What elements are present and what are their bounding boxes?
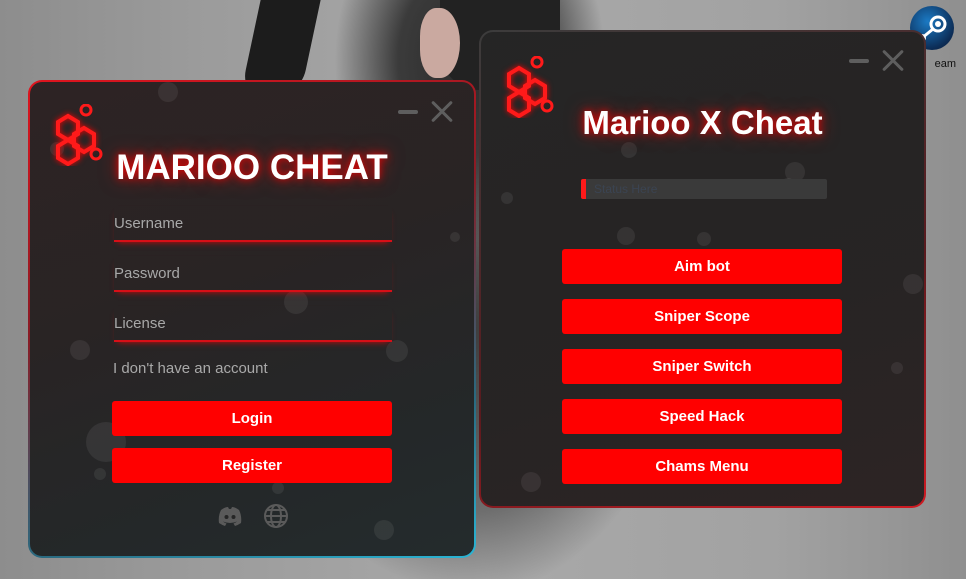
login-button[interactable]: Login <box>112 401 392 436</box>
minimize-button[interactable] <box>398 110 418 114</box>
page-title: MARIOO CHEAT <box>116 148 388 187</box>
wallpaper-figure-ear <box>420 8 460 78</box>
license-field[interactable] <box>114 306 392 342</box>
decor-bubble <box>697 232 711 246</box>
globe-icon[interactable] <box>262 502 290 530</box>
decor-bubble <box>891 362 903 374</box>
register-button[interactable]: Register <box>112 448 392 483</box>
decor-bubble <box>70 340 90 360</box>
login-window: MARIOO CHEAT I don't have an account Log… <box>28 80 476 558</box>
decor-bubble <box>621 142 637 158</box>
decor-bubble <box>386 340 408 362</box>
window-controls <box>398 100 454 124</box>
status-label: Status Here <box>581 179 827 199</box>
close-button[interactable] <box>430 100 454 124</box>
decor-bubble <box>903 274 923 294</box>
page-title: Marioo X Cheat <box>582 104 823 141</box>
decor-bubble <box>94 468 106 480</box>
window-controls <box>849 49 905 73</box>
decor-bubble <box>374 520 394 540</box>
close-button[interactable] <box>881 49 905 73</box>
username-field[interactable] <box>114 206 392 242</box>
chams-menu-button[interactable]: Chams Menu <box>562 449 842 484</box>
speed-hack-button[interactable]: Speed Hack <box>562 399 842 434</box>
decor-bubble <box>450 232 460 242</box>
decor-bubble <box>501 192 513 204</box>
minimize-button[interactable] <box>849 59 869 63</box>
decor-bubble <box>617 227 635 245</box>
decor-bubble <box>272 482 284 494</box>
discord-icon[interactable] <box>216 502 244 530</box>
sniper-scope-button[interactable]: Sniper Scope <box>562 299 842 334</box>
password-field[interactable] <box>114 256 392 292</box>
aim-bot-button[interactable]: Aim bot <box>562 249 842 284</box>
decor-bubble <box>521 472 541 492</box>
sniper-switch-button[interactable]: Sniper Switch <box>562 349 842 384</box>
no-account-link[interactable]: I don't have an account <box>113 360 268 377</box>
cheat-window: Marioo X Cheat Status Here Aim bot Snipe… <box>479 30 926 508</box>
decor-bubble <box>158 82 178 102</box>
